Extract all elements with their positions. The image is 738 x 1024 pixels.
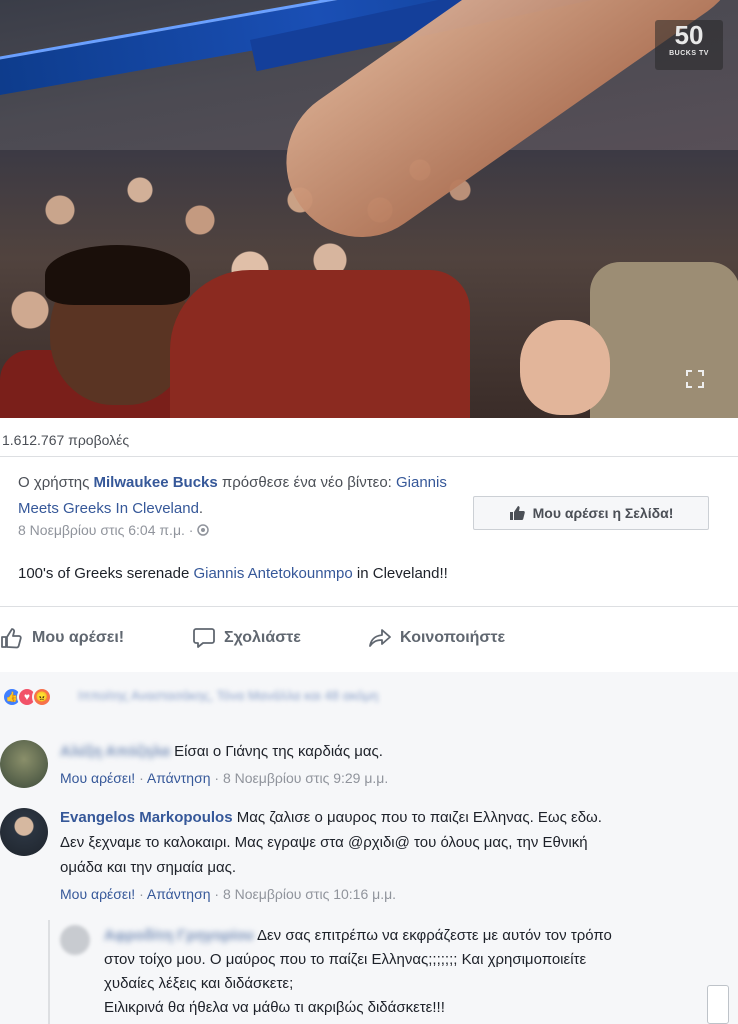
comment-1-reply[interactable]: Απάντηση xyxy=(147,770,211,786)
like-button[interactable]: Μου αρέσει! xyxy=(0,626,124,650)
badge-sub: BUCKS TV xyxy=(669,50,709,57)
share-label: Κοινοποιήστε xyxy=(400,629,506,646)
share-button[interactable]: Κοινοποιήστε xyxy=(368,626,505,650)
bucks-tv-logo: 50 BUCKS TV xyxy=(655,20,723,70)
reactors-names[interactable]: Ιπποίτης Αναστασάκης, Τόνα Μανάλλα και 4… xyxy=(78,688,378,703)
like-page-label: Μου αρέσει η Σελίδα! xyxy=(532,505,674,521)
comment-2-author[interactable]: Evangelos Markopoulos xyxy=(60,809,233,826)
comment-2-meta: Μου αρέσει! · Απάντηση · 8 Νοεμβρίου στι… xyxy=(60,886,397,902)
comment-2-text-2: Δεν ξεχναμε το καλοκαιρι. Μας εγραψε στα… xyxy=(60,834,588,851)
post-date-text[interactable]: 8 Νοεμβρίου στις 6:04 π.μ. · xyxy=(18,522,197,538)
fullscreen-icon[interactable] xyxy=(686,370,704,391)
comment-icon xyxy=(193,628,215,648)
post-actions: Μου αρέσει! Σχολιάστε Κοινοποιήστε xyxy=(0,620,738,660)
comment-1-text: Είσαι ο Γιάνης της καρδιάς μας. xyxy=(174,743,383,760)
comment-1-author[interactable]: Αλέξη Απόζηλα xyxy=(60,743,170,760)
player-hair xyxy=(45,245,190,305)
comment-2-text-1: Μας ζαλισε ο μαυρος που το παιζει Ελληνα… xyxy=(232,809,602,826)
reply-text-2: στον τοίχο μου. Ο μαύρος που το παίζει Ε… xyxy=(104,951,587,968)
comment-button[interactable]: Σχολιάστε xyxy=(192,626,301,650)
post-header: Ο χρήστης Milwaukee Bucks πρόσθεσε ένα ν… xyxy=(18,470,458,522)
reactions-bar[interactable]: 👍 ♥ 😠 Ιπποίτης Αναστασάκης, Τόνα Μανάλλα… xyxy=(0,672,738,718)
post-text: 100's of Greeks serenade Giannis Antetok… xyxy=(18,565,448,582)
comment-2-like[interactable]: Μου αρέσει! xyxy=(60,886,135,902)
player-sleeve xyxy=(170,270,470,418)
avatar[interactable] xyxy=(0,808,48,856)
video-player[interactable]: 50 BUCKS TV xyxy=(0,0,738,418)
globe-icon xyxy=(197,524,210,536)
page-name-link[interactable]: Milwaukee Bucks xyxy=(94,474,218,491)
comment-label: Σχολιάστε xyxy=(224,629,301,646)
angry-reaction-icon: 😠 xyxy=(32,687,52,707)
divider xyxy=(0,606,738,607)
officer-figure xyxy=(590,262,738,418)
comment-1-like[interactable]: Μου αρέσει! xyxy=(60,770,135,786)
like-label: Μου αρέσει! xyxy=(32,629,125,646)
reply-text-3: χυδαίες λέξεις και διδάσκετε; xyxy=(104,975,294,992)
reaction-icons[interactable]: 👍 ♥ 😠 xyxy=(2,687,52,707)
scrollbar-thumb[interactable] xyxy=(707,985,729,1024)
reply-line1: Αφροδίτη Γρηγορίου Δεν σας επιτρέπω να ε… xyxy=(104,924,612,948)
post-text-after: in Cleveland!! xyxy=(352,565,448,582)
post-middle: πρόσθεσε ένα νέο βίντεο: xyxy=(217,474,396,491)
thumbs-up-icon xyxy=(509,506,525,520)
reply-text-1: Δεν σας επιτρέπω να εκφράζεστε με αυτόν … xyxy=(253,927,612,944)
comment-1-meta: Μου αρέσει! · Απάντηση · 8 Νοεμβρίου στι… xyxy=(60,770,389,786)
thumbs-up-outline-icon xyxy=(1,628,22,649)
comment-2-line1: Evangelos Markopoulos Μας ζαλισε ο μαυρο… xyxy=(60,806,602,830)
comment-1-time[interactable]: 8 Νοεμβρίου στις 9:29 μ.μ. xyxy=(223,770,388,786)
comment-2-time[interactable]: 8 Νοεμβρίου στις 10:16 μ.μ. xyxy=(223,886,396,902)
comment-1-body: Αλέξη Απόζηλα Είσαι ο Γιάνης της καρδιάς… xyxy=(60,740,383,764)
view-count: 1.612.767 προβολές xyxy=(2,432,130,448)
share-icon xyxy=(369,629,391,647)
post-end: . xyxy=(198,500,204,517)
reply-text-4: Ειλικρινά θα ήθελα να μάθω τι ακριβώς δι… xyxy=(104,999,445,1016)
divider xyxy=(0,456,738,457)
post-prefix: Ο χρήστης xyxy=(18,474,94,491)
avatar[interactable] xyxy=(0,740,48,788)
badge-number: 50 xyxy=(674,20,704,50)
like-page-button[interactable]: Μου αρέσει η Σελίδα! xyxy=(473,496,709,530)
avatar[interactable] xyxy=(60,925,90,955)
giannis-link[interactable]: Giannis Antetokounmpo xyxy=(193,565,352,582)
comment-2-reply[interactable]: Απάντηση xyxy=(147,886,211,902)
post-text-before: 100's of Greeks serenade xyxy=(18,565,194,582)
comment-2-text-3: ομάδα και την σημαία μας. xyxy=(60,859,237,876)
reply-author[interactable]: Αφροδίτη Γρηγορίου xyxy=(104,927,254,944)
fan-face xyxy=(520,320,610,415)
post-date[interactable]: 8 Νοεμβρίου στις 6:04 π.μ. · xyxy=(18,522,210,538)
